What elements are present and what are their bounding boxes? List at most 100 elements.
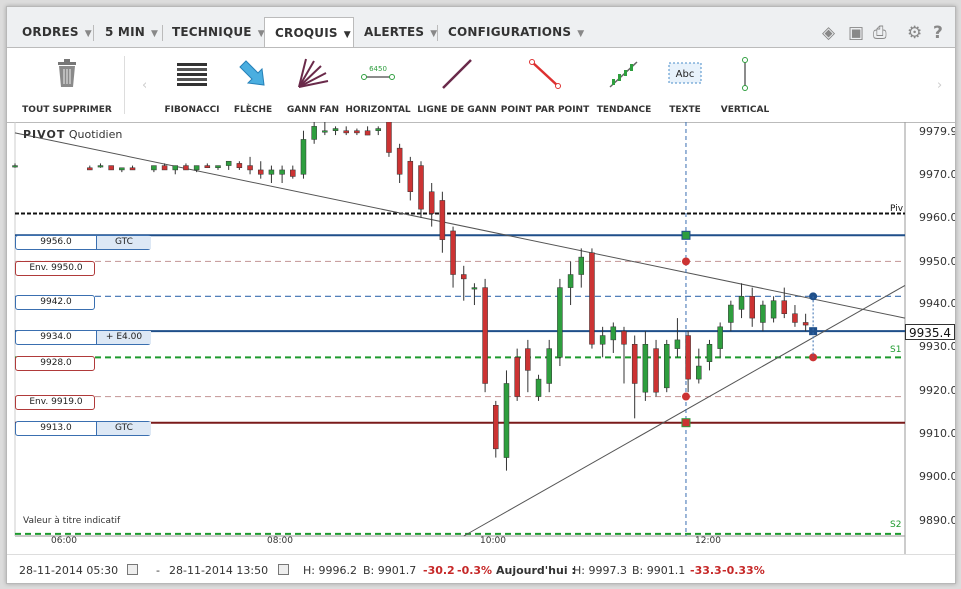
tool-label: TEXTE [669, 105, 701, 115]
candle-body [418, 165, 424, 210]
candle-body [279, 169, 285, 175]
candle-body [119, 167, 125, 171]
tool-gann-fan[interactable]: GANN FAN [283, 48, 343, 122]
tab-5min[interactable]: 5 MIN ▼ [95, 17, 161, 47]
candle-body [375, 128, 382, 131]
candle-body [97, 165, 104, 168]
x-tick-label: 10:00 [480, 536, 506, 546]
text-sample: Abc [676, 69, 695, 80]
order-tag[interactable]: 9928.0 [15, 356, 95, 371]
chevron-down-icon: ▼ [150, 29, 159, 39]
y-tick-label: 9910.0 [919, 427, 956, 440]
y-tick-label: 9890.0 [919, 514, 956, 527]
last-price-marker: 9935.4 [905, 324, 955, 340]
candle-body [578, 256, 585, 275]
order-tag[interactable]: 9934.0 + E4.00 [15, 330, 151, 345]
order-tag[interactable]: Env. 9950.0 [15, 261, 95, 276]
candle-body [343, 130, 349, 134]
y-tick-label: 9900.0 [919, 470, 956, 483]
gann-line-icon [442, 59, 472, 89]
candle-body [290, 169, 296, 177]
calendar-icon[interactable] [127, 564, 138, 575]
print-icon[interactable]: ⎙ [873, 24, 887, 42]
x-tick-label: 12:00 [695, 536, 721, 546]
order-price: 9956.0 [40, 237, 72, 247]
tab-croquis[interactable]: CROQUIS ▼ [264, 17, 354, 48]
layers-icon[interactable]: ◈ [822, 24, 835, 42]
candle-body [364, 130, 371, 136]
candle-body [354, 130, 360, 134]
candle-body [183, 165, 189, 171]
candle-body [225, 160, 232, 166]
y-tick-label: 9950.0 [919, 255, 956, 268]
calendar-icon[interactable] [278, 564, 289, 575]
order-price: 9934.0 [40, 332, 72, 342]
order-tag[interactable]: 9942.0 [15, 295, 95, 310]
today-high: H: 9997.3 [573, 564, 627, 577]
period-change: -30.2 [423, 564, 455, 577]
order-price: 9913.0 [40, 423, 72, 433]
date-separator: - [156, 564, 160, 577]
tab-ordres[interactable]: ORDRES ▼ [12, 17, 92, 47]
candle-body [204, 165, 211, 169]
price-chart[interactable]: PIVOT Quotidien Valeur à titre indicatif… [7, 122, 955, 554]
today-change-pct: -0.33% [722, 564, 765, 577]
y-tick-label: 9930.0 [919, 340, 956, 353]
candle-body [738, 296, 745, 310]
chart-title: PIVOT Quotidien [23, 128, 122, 141]
candle-body [546, 348, 552, 384]
tool-trend[interactable]: TENDANCE [591, 48, 657, 122]
candle-body [589, 252, 595, 345]
order-marker-dot [681, 392, 690, 401]
order-price: 9942.0 [40, 297, 72, 307]
candle-body [322, 130, 328, 133]
candle-body [215, 165, 221, 169]
tool-text[interactable]: Abc TEXTE [653, 48, 717, 122]
tool-gann-line[interactable]: LIGNE DE GANN [415, 48, 499, 122]
tool-vertical[interactable]: VERTICAL [713, 48, 777, 122]
candle-body [172, 165, 179, 171]
horizontal-sample-text: 6450 [369, 65, 387, 73]
candle-body [151, 165, 157, 171]
candle-body [685, 335, 691, 380]
period-low: B: 9901.7 [363, 564, 417, 577]
x-tick-label: 06:00 [51, 536, 77, 546]
candle-body [268, 169, 275, 175]
candle-body [802, 322, 809, 326]
delete-all-button[interactable]: TOUT SUPPRIMER [17, 48, 117, 122]
toolbar-next-arrow[interactable]: › [937, 78, 942, 93]
tool-arrow[interactable]: FLÈCHE [223, 48, 283, 122]
chevron-down-icon: ▼ [84, 29, 92, 39]
candle-body [674, 339, 681, 349]
candle-body [236, 163, 243, 169]
image-icon[interactable]: ▣ [848, 24, 864, 42]
tab-configurations[interactable]: CONFIGURATIONS ▼ [438, 17, 585, 47]
chevron-down-icon: ▼ [343, 30, 351, 40]
order-tag[interactable]: 9913.0 GTC [15, 421, 151, 436]
tool-fibonacci[interactable]: FIBONACCI [157, 48, 227, 122]
toolbar-prev-arrow[interactable]: ‹ [142, 78, 147, 93]
chevron-down-icon: ▼ [577, 29, 585, 39]
tool-horizontal[interactable]: 6450 HORIZONTAL [343, 48, 413, 122]
tool-label: LIGNE DE GANN [417, 105, 497, 115]
gear-icon[interactable]: ⚙ [907, 24, 922, 42]
tool-label: FLÈCHE [233, 105, 273, 115]
candle-body [396, 147, 403, 175]
help-icon[interactable]: ? [933, 24, 943, 42]
candle-body [428, 191, 435, 214]
arrow-icon [239, 60, 265, 86]
order-marker-square [681, 230, 691, 240]
order-tag[interactable]: 9956.0 GTC [15, 235, 151, 250]
candle-body [247, 165, 253, 171]
trend-line [14, 132, 906, 319]
drawing-toolbar: TOUT SUPPRIMER ‹ FIBONACCI FLÈCHE GANN F… [7, 47, 955, 123]
candle-body [535, 378, 542, 397]
order-marker-dot [681, 257, 690, 266]
today-change: -33.3 [690, 564, 722, 577]
order-tag[interactable]: Env. 9919.0 [15, 395, 95, 410]
candle-body [642, 344, 649, 393]
tool-point-by-point[interactable]: POINT PAR POINT [500, 48, 590, 122]
tab-technique[interactable]: TECHNIQUE ▼ [162, 17, 265, 47]
tab-alertes[interactable]: ALERTES ▼ [354, 17, 437, 47]
order-type: + E4.00 [96, 331, 151, 344]
